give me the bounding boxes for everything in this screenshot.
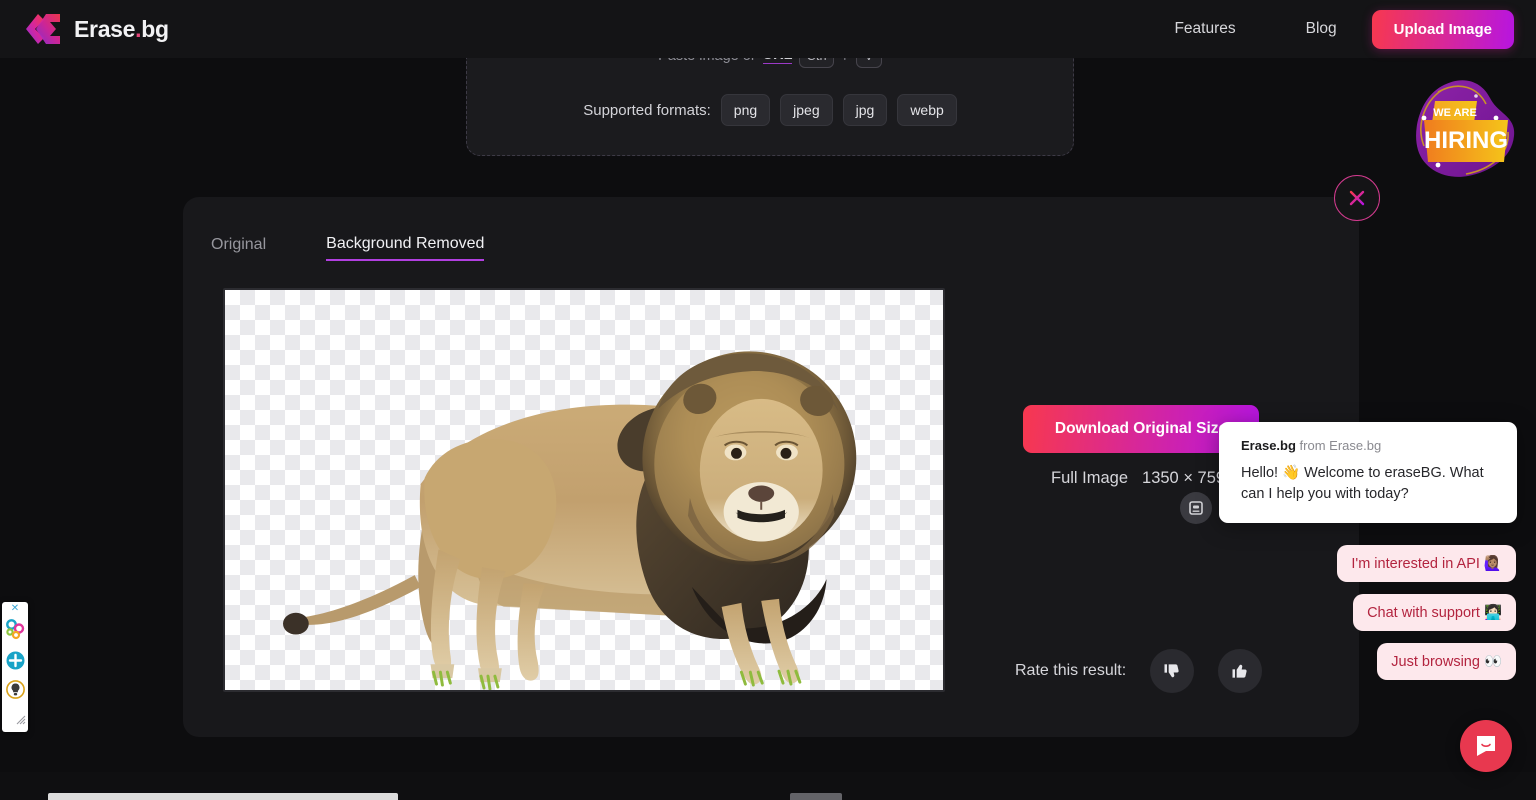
erase-bg-logo-icon [24,12,62,46]
accessibility-circles-icon[interactable] [5,619,25,646]
close-icon[interactable]: ✕ [11,604,19,614]
resize-grip-icon[interactable] [15,712,26,730]
chat-sender-from: from Erase.bg [1300,438,1382,453]
close-icon [1347,188,1367,208]
brand-logo-link[interactable]: Erase.bg [24,12,169,46]
primary-nav: Features Blog Upload Image [1139,0,1514,58]
result-tabs: Original Background Removed [211,235,484,261]
image-size-row: Full Image 1350 × 759 [1051,469,1225,488]
we-are-hiring-badge[interactable]: WE ARE HIRING [1398,72,1530,188]
format-chip-jpg[interactable]: jpg [843,94,888,126]
supported-formats-row: Supported formats: png jpeg jpg webp [583,94,957,126]
hiring-badge-line1: WE ARE [1433,107,1477,119]
lion-image [225,290,943,690]
site-header: Erase.bg Features Blog Upload Image [0,0,1536,58]
image-size-icon [1188,500,1204,516]
upload-image-button[interactable]: Upload Image [1372,10,1514,49]
chat-message-text: Hello! 👋 Welcome to eraseBG. What can I … [1241,463,1497,505]
close-result-button[interactable] [1334,175,1380,221]
format-chip-png[interactable]: png [721,94,770,126]
chat-launcher-icon [1473,733,1499,759]
image-size-label: Full Image [1051,469,1128,488]
accessibility-widget[interactable]: ✕ [2,602,28,732]
lightbulb-icon[interactable] [6,680,25,704]
quick-reply-browsing[interactable]: Just browsing 👀 [1377,643,1516,680]
result-image-canvas[interactable] [223,288,945,692]
quick-reply-api[interactable]: I'm interested in API 🙋🏽‍♀️ [1337,545,1516,582]
nav-item-blog[interactable]: Blog [1271,20,1372,38]
rate-result-row: Rate this result: [1015,649,1262,693]
chat-launcher-button[interactable] [1460,720,1512,772]
thumbs-up-icon [1230,661,1250,681]
format-chip-webp[interactable]: webp [897,94,956,126]
supported-formats-label: Supported formats: [583,102,711,119]
plus-circle-icon[interactable] [6,651,25,675]
image-size-value: 1350 × 759 [1142,469,1225,488]
result-card: Original Background Removed [183,197,1359,737]
tab-original[interactable]: Original [211,236,266,260]
thumbs-up-button[interactable] [1218,649,1262,693]
below-fold-panel-grey [790,793,842,800]
below-fold-panel-light [48,793,398,800]
format-chip-jpeg[interactable]: jpeg [780,94,832,126]
quick-reply-support[interactable]: Chat with support 👩🏻‍💻 [1353,594,1516,631]
nav-item-features[interactable]: Features [1139,20,1270,38]
thumbs-down-button[interactable] [1150,649,1194,693]
brand-name: Erase.bg [74,16,169,43]
thumbs-down-icon [1162,661,1182,681]
image-size-icon-button[interactable] [1180,492,1212,524]
chat-quick-replies: I'm interested in API 🙋🏽‍♀️ Chat with su… [1337,545,1516,680]
rate-result-label: Rate this result: [1015,662,1126,680]
chat-message-popup[interactable]: Erase.bg from Erase.bg Hello! 👋 Welcome … [1219,422,1517,523]
hiring-badge-line2: HIRING [1424,127,1508,154]
chat-sender-row: Erase.bg from Erase.bg [1241,438,1497,453]
chat-sender-name: Erase.bg [1241,438,1296,453]
tab-background-removed[interactable]: Background Removed [326,235,484,261]
